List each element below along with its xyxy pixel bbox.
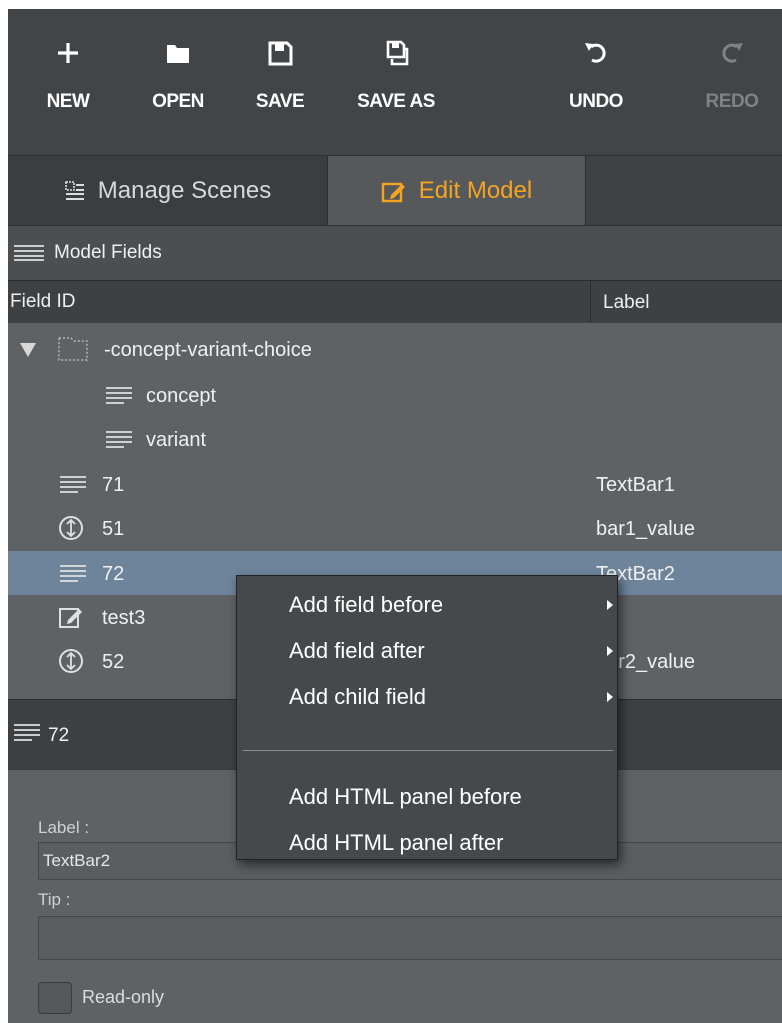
text-lines-icon	[106, 387, 132, 404]
edit-icon	[59, 608, 82, 628]
menu-item-add-html-panel-before[interactable]: Add HTML panel before	[237, 774, 617, 818]
edit-model-icon	[381, 182, 405, 203]
text-lines-icon	[106, 431, 132, 448]
text-lines-icon	[60, 565, 86, 582]
save-as-button[interactable]: SAVE AS	[346, 39, 446, 139]
plus-icon	[18, 39, 118, 79]
tree-row[interactable]: variant	[8, 417, 782, 461]
open-label: OPEN	[152, 91, 204, 112]
tree-row-id: 72	[102, 563, 125, 585]
tree-row-id: 52	[102, 651, 125, 673]
submenu-arrow-icon	[607, 600, 613, 610]
tree-row-id: variant	[146, 429, 207, 451]
manage-scenes-icon	[64, 181, 84, 200]
tree-row-id: 51	[102, 518, 125, 540]
menu-item-add-html-panel-after[interactable]: Add HTML panel after	[237, 820, 617, 864]
context-menu: Add field before Add field after Add chi…	[236, 575, 618, 860]
column-field-id[interactable]: Field ID	[10, 291, 75, 313]
menu-item-label: Add HTML panel before	[289, 784, 522, 809]
app-window: NEW OPEN SAVE SAVE AS UNDO REDO Manage S…	[8, 9, 782, 1023]
menu-item-label: Add HTML panel after	[289, 830, 504, 855]
redo-label: REDO	[705, 91, 759, 112]
numeric-icon	[59, 649, 83, 673]
undo-label: UNDO	[569, 91, 623, 112]
new-label: NEW	[46, 91, 90, 112]
tree-row-label: bar1_value	[596, 518, 695, 540]
save-as-icon	[346, 39, 446, 79]
folder-open-icon	[128, 39, 228, 79]
read-only-label: Read-only	[82, 987, 165, 1007]
menu-item-add-child-field[interactable]: Add child field	[237, 674, 617, 718]
list-icon	[14, 245, 44, 261]
tab-edit-model-label: Edit Model	[418, 177, 533, 204]
numeric-icon	[59, 516, 83, 540]
redo-icon	[682, 39, 782, 79]
submenu-arrow-icon	[607, 646, 613, 656]
submenu-arrow-icon	[607, 692, 613, 702]
menu-separator	[243, 750, 613, 751]
tree-row[interactable]: 71 TextBar1	[8, 462, 782, 506]
tree-row[interactable]: concept	[8, 373, 782, 417]
model-fields-title: Model Fields	[54, 242, 162, 263]
save-label: SAVE	[255, 91, 305, 112]
tab-bar: Manage Scenes Edit Model	[8, 155, 782, 226]
redo-button[interactable]: REDO	[682, 39, 782, 139]
save-as-label: SAVE AS	[357, 91, 435, 112]
tree-row-label: TextBar1	[596, 474, 675, 496]
menu-item-add-field-before[interactable]: Add field before	[237, 582, 617, 626]
label-caption: Label :	[38, 818, 90, 837]
tree-row[interactable]: 51 bar1_value	[8, 506, 782, 550]
menu-item-label: Add field before	[289, 592, 444, 617]
save-button[interactable]: SAVE	[230, 39, 330, 139]
tip-caption: Tip :	[38, 890, 71, 909]
undo-icon	[546, 39, 646, 79]
open-button[interactable]: OPEN	[128, 39, 228, 139]
column-header: Field ID Label	[8, 280, 782, 324]
menu-item-add-field-after[interactable]: Add field after	[237, 628, 617, 672]
tab-manage-scenes[interactable]: Manage Scenes	[8, 156, 328, 226]
read-only-checkbox[interactable]	[38, 982, 72, 1014]
folder-icon	[58, 337, 88, 361]
properties-title: 72	[48, 725, 70, 746]
model-fields-header: Model Fields	[8, 225, 782, 280]
tree-row-id: 71	[102, 474, 125, 496]
tab-edit-model[interactable]: Edit Model	[328, 156, 586, 226]
menu-item-label: Add field after	[289, 638, 425, 663]
undo-button[interactable]: UNDO	[546, 39, 646, 139]
menu-item-label: Add child field	[289, 684, 426, 709]
toolbar: NEW OPEN SAVE SAVE AS UNDO REDO	[8, 9, 782, 155]
tree-row-id: concept	[146, 385, 217, 407]
text-lines-icon	[60, 476, 86, 493]
new-button[interactable]: NEW	[18, 39, 118, 139]
text-lines-icon	[14, 724, 40, 741]
tree-row-id: test3	[102, 607, 146, 629]
tab-manage-scenes-label: Manage Scenes	[97, 177, 272, 204]
save-icon	[230, 39, 330, 79]
column-label[interactable]: Label	[590, 281, 650, 324]
expand-arrow-icon[interactable]	[20, 343, 36, 357]
tree-row-id: -concept-variant-choice	[104, 339, 312, 361]
tip-input[interactable]	[38, 916, 782, 960]
tree-row[interactable]: -concept-variant-choice	[8, 327, 782, 371]
